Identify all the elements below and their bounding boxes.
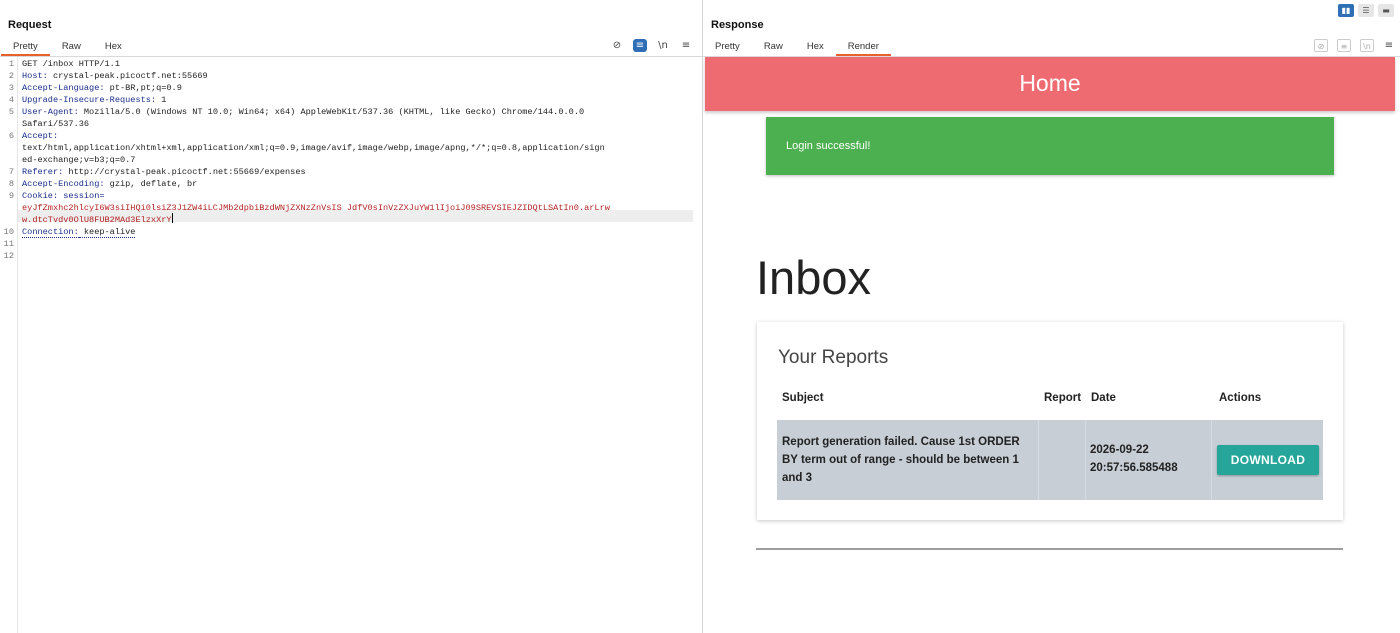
newline-toggle-icon[interactable]: \n xyxy=(1360,39,1374,52)
cell-divider xyxy=(1038,420,1039,500)
header-value: session= xyxy=(58,191,105,201)
single-pane-icon[interactable]: ▬ xyxy=(1378,4,1394,17)
header-value: crystal-peak.picoctf.net:55669 xyxy=(47,71,208,81)
column-header-actions: Actions xyxy=(1219,392,1262,404)
header-value: keep-alive xyxy=(78,227,136,238)
reports-card: Your Reports Subject Report Date Actions… xyxy=(757,322,1343,520)
column-header-subject: Subject xyxy=(782,392,824,404)
column-header-date: Date xyxy=(1091,392,1116,404)
tab-render[interactable]: Render xyxy=(835,38,892,56)
line-number: 10 xyxy=(3,227,14,237)
wrap-lines-icon[interactable]: ≡ xyxy=(1337,39,1351,52)
request-line-wrap: ed-exchange;v=b3;q=0.7 xyxy=(22,155,136,165)
line-number: 2 xyxy=(8,71,14,81)
header-value: 1 xyxy=(156,95,167,105)
table-row: Report generation failed. Cause 1st ORDE… xyxy=(777,420,1323,500)
cookie-value-line: w.dtcTvdv0OlU8FUB2MAd3ElzxXrY xyxy=(22,213,173,225)
tab-divider xyxy=(0,56,702,57)
request-tabs: Pretty Raw Hex xyxy=(1,38,134,56)
horizontal-rule xyxy=(756,548,1343,550)
tab-pretty[interactable]: Pretty xyxy=(703,38,752,56)
line-number: 11 xyxy=(3,239,14,249)
response-title: Response xyxy=(711,19,764,31)
home-title[interactable]: Home xyxy=(705,70,1395,97)
line-number-gutter xyxy=(0,57,18,633)
split-rows-icon[interactable]: ☰ xyxy=(1358,4,1374,17)
page-title: Inbox xyxy=(756,251,871,304)
alert-text: Login successful! xyxy=(786,140,871,152)
header-name: Cookie: xyxy=(22,191,59,201)
cell-divider xyxy=(1085,420,1086,500)
request-line: Accept: xyxy=(22,131,58,141)
line-number: 7 xyxy=(8,167,14,177)
rendered-page: Home Login successful! Inbox Your Report… xyxy=(703,57,1400,633)
request-line: GET /inbox HTTP/1.1 xyxy=(22,59,120,69)
request-line: User-Agent: Mozilla/5.0 (Windows NT 10.0… xyxy=(22,107,584,117)
cookie-value-line: eyJfZmxhc2hlcyI6W3siIHQi0lsiZ3J1ZW4iLCJM… xyxy=(22,203,610,213)
download-button[interactable]: DOWNLOAD xyxy=(1217,445,1319,475)
request-line: Accept-Encoding: gzip, deflate, br xyxy=(22,179,197,189)
line-number: 1 xyxy=(8,59,14,69)
cell-divider xyxy=(1211,420,1212,500)
header-value: http://crystal-peak.picoctf.net:55669/ex… xyxy=(63,167,306,177)
header-name: User-Agent: xyxy=(22,107,79,117)
header-name: Referer: xyxy=(22,167,64,177)
card-title: Your Reports xyxy=(778,347,889,368)
cookie-value-end: w.dtcTvdv0OlU8FUB2MAd3ElzxXrY xyxy=(22,215,172,225)
menu-icon[interactable]: ≡ xyxy=(679,39,693,52)
request-line: Referer: http://crystal-peak.picoctf.net… xyxy=(22,167,306,177)
line-number: 5 xyxy=(8,107,14,117)
split-columns-icon[interactable]: ▮▮ xyxy=(1338,4,1354,17)
header-name: Connection: xyxy=(22,227,79,238)
request-line-wrap: Safari/537.36 xyxy=(22,119,90,129)
text-caret xyxy=(171,213,173,223)
report-subject: Report generation failed. Cause 1st ORDE… xyxy=(782,436,1020,484)
header-name: Host: xyxy=(22,71,48,81)
response-pane: Response ▮▮ ☰ ▬ Pretty Raw Hex Render ⊘ … xyxy=(703,0,1400,633)
tab-hex[interactable]: Hex xyxy=(795,38,836,56)
column-header-report: Report xyxy=(1044,392,1082,404)
request-line-wrap: text/html,application/xhtml+xml,applicat… xyxy=(22,143,605,153)
request-title: Request xyxy=(8,19,52,31)
hide-eye-icon[interactable]: ⊘ xyxy=(1314,39,1328,52)
home-navbar: Home xyxy=(705,57,1395,111)
menu-icon[interactable]: ≡ xyxy=(1382,39,1396,52)
header-name: Upgrade-Insecure-Requests: xyxy=(22,95,157,105)
response-tabs: Pretty Raw Hex Render xyxy=(703,38,892,56)
wrap-lines-icon[interactable]: ≡ xyxy=(633,39,647,52)
header-name: Accept-Encoding: xyxy=(22,179,105,189)
request-line: Upgrade-Insecure-Requests: 1 xyxy=(22,95,166,105)
line-number: 6 xyxy=(8,131,14,141)
header-value: pt-BR,pt;q=0.9 xyxy=(104,83,182,93)
header-value: Mozilla/5.0 (Windows NT 10.0; Win64; x64… xyxy=(78,107,585,117)
header-name: Accept-Language: xyxy=(22,83,105,93)
line-number: 3 xyxy=(8,83,14,93)
request-line: Connection: keep-alive xyxy=(22,227,136,238)
report-date: 2026-09-22 20:57:56.585488 xyxy=(1090,444,1178,474)
success-alert: Login successful! xyxy=(766,117,1334,175)
request-line: Accept-Language: pt-BR,pt;q=0.9 xyxy=(22,83,182,93)
request-line: Host: crystal-peak.picoctf.net:55669 xyxy=(22,71,208,81)
header-value: gzip, deflate, br xyxy=(104,179,198,189)
tab-raw[interactable]: Raw xyxy=(50,38,93,56)
line-number: 4 xyxy=(8,95,14,105)
hide-eye-icon[interactable]: ⊘ xyxy=(610,39,624,52)
request-line: Cookie: session= xyxy=(22,191,105,201)
newline-toggle-icon[interactable]: \n xyxy=(656,39,670,52)
line-number: 8 xyxy=(8,179,14,189)
tab-hex[interactable]: Hex xyxy=(93,38,134,56)
layout-toggles: ▮▮ ☰ ▬ xyxy=(1338,4,1394,17)
line-number: 9 xyxy=(8,191,14,201)
line-number: 12 xyxy=(3,251,14,261)
tab-raw[interactable]: Raw xyxy=(752,38,795,56)
header-name: Accept: xyxy=(22,131,59,141)
tab-pretty[interactable]: Pretty xyxy=(1,38,50,56)
request-pane: Request Pretty Raw Hex ⊘ ≡ \n ≡ 1 2 3 4 … xyxy=(0,0,702,633)
